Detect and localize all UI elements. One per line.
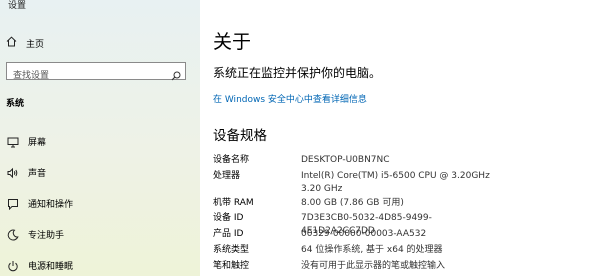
sidebar-nav: 屏幕 声音 通知和操作 专注助手 电源和睡眠 [0, 126, 200, 276]
sidebar-item-focus-assist[interactable]: 专注助手 [0, 219, 200, 250]
sidebar-item-power[interactable]: 电源和睡眠 [0, 250, 200, 276]
spec-key: 设备 ID [213, 213, 244, 223]
sidebar-item-label: 专注助手 [28, 231, 65, 241]
page-title: 关于 [213, 31, 252, 53]
protection-status-text: 系统正在监控并保护你的电脑。 [213, 66, 382, 80]
spec-key: 设备名称 [213, 155, 250, 165]
search-input[interactable] [7, 68, 163, 84]
spec-value: Intel(R) Core(TM) i5-6500 CPU @ 3.20GHz … [301, 171, 490, 194]
spec-key: 机带 RAM [213, 198, 254, 208]
home-icon [6, 36, 26, 50]
notification-icon [6, 197, 20, 211]
spec-value: DESKTOP-U0BN7NC [301, 155, 390, 165]
sidebar-item-label: 声音 [28, 169, 47, 179]
search-icon[interactable] [171, 66, 181, 85]
monitor-icon [6, 135, 20, 149]
speaker-icon [6, 166, 20, 180]
spec-value: 8.00 GB (7.86 GB 可用) [301, 198, 404, 208]
spec-key: 笔和触控 [213, 261, 250, 271]
spec-value: 00329-00000-00003-AA532 [301, 229, 427, 239]
sidebar-item-sound[interactable]: 声音 [0, 157, 200, 188]
sidebar: 设置 主页 系统 屏幕 声音 通知和操作 [0, 0, 200, 276]
home-label: 主页 [26, 39, 45, 50]
sidebar-item-label: 通知和操作 [28, 200, 74, 210]
search-box[interactable] [6, 62, 186, 84]
spec-key: 产品 ID [213, 229, 244, 239]
sidebar-item-notifications[interactable]: 通知和操作 [0, 188, 200, 219]
power-icon [6, 259, 20, 273]
home-link[interactable]: 主页 [6, 36, 44, 50]
moon-icon [6, 228, 20, 242]
section-label-system: 系统 [6, 99, 25, 109]
main-content: 关于 系统正在监控并保护你的电脑。 在 Windows 安全中心中查看详细信息 … [200, 0, 600, 276]
window-title: 设置 [8, 1, 27, 11]
sidebar-item-label: 屏幕 [28, 138, 47, 148]
spec-value: 64 位操作系统, 基于 x64 的处理器 [301, 245, 443, 255]
spec-key: 处理器 [213, 171, 241, 181]
sidebar-item-label: 电源和睡眠 [28, 262, 74, 272]
specs-heading: 设备规格 [213, 128, 267, 144]
security-center-link[interactable]: 在 Windows 安全中心中查看详细信息 [213, 92, 367, 105]
spec-key: 系统类型 [213, 245, 250, 255]
spec-value: 没有可用于此显示器的笔或触控输入 [301, 261, 446, 271]
sidebar-item-display[interactable]: 屏幕 [0, 126, 200, 157]
